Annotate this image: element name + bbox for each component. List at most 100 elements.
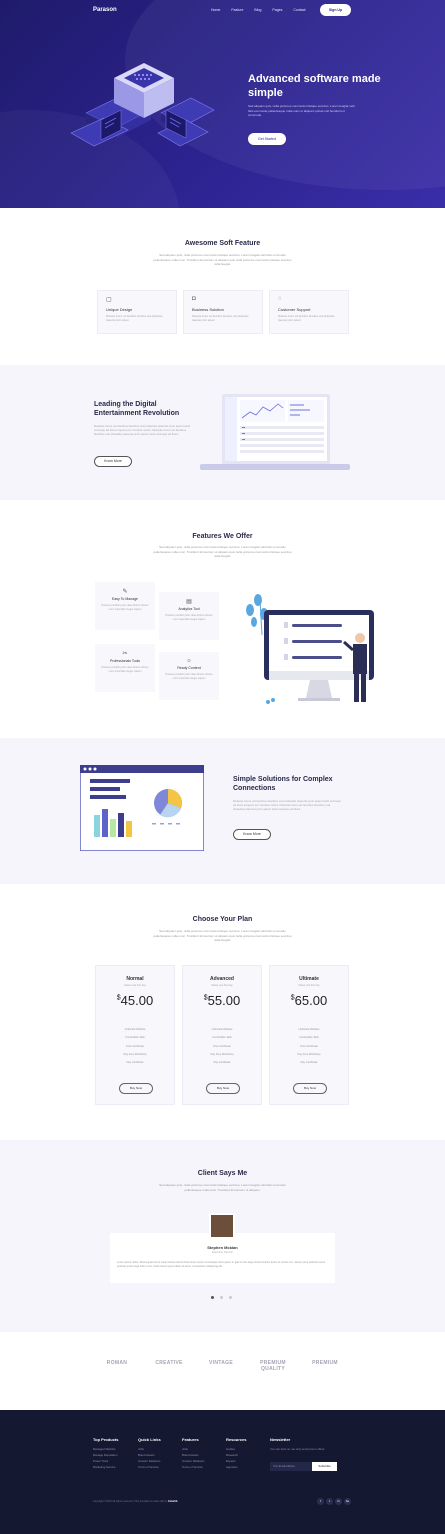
mouse-icon: ◘ [192,296,196,302]
plan-feature: Free Certificate [213,1044,231,1048]
plan-features: Unlimited Website Confortable Task Free … [96,1026,174,1067]
pricing-title: Choose Your Plan [192,916,253,923]
plan-price: $55.00 [203,993,241,1008]
offer-item-title: Analytics Tool [178,607,200,611]
nav-item-pages[interactable]: Pages [272,8,282,12]
nav-item-contact[interactable]: Contact [293,8,305,12]
offer-item-text: Posuere porttitor justo vitae dictum ult… [101,604,149,611]
plan-name: Ultimate [299,976,319,982]
offer-title: Features We Offer [192,533,253,540]
newsletter-title: Newsletter [270,1437,291,1442]
plan-price: $45.00 [116,993,154,1008]
brand-logo[interactable]: Parason [93,7,117,13]
facebook-icon[interactable]: f [317,1498,324,1505]
buy-now-button[interactable]: Buy Now [293,1083,327,1094]
hero-section: Parason Home Feature Blog Pages Contact … [0,0,445,208]
plan-feature: Day Certificate [213,1061,231,1065]
soft-feature-subtitle: Sed aliquam quis, nulla porta leo commod… [153,253,292,266]
buy-now-button[interactable]: Buy Now [206,1083,240,1094]
behance-icon[interactable]: be [344,1498,351,1505]
footer-link[interactable]: Terms of Service [182,1464,204,1470]
partner-logo: PREMIUM QUALITY [260,1360,286,1372]
subscribe-button[interactable]: Subscribe [312,1462,337,1471]
feature-card-text: Molestie lorem est faucibus faucibus era… [106,315,163,322]
plan-name: Normal [126,976,144,982]
feature-card-title: Customer Support [278,307,311,312]
footer-column: Quick Links Jobs Brand Assets Investor R… [138,1437,161,1470]
presenter-monitor-illustration [246,594,374,704]
feature-card: ▢ Unique Design Molestie lorem est fauci… [97,290,177,334]
plan-feature: Free Certificate [300,1044,318,1048]
twitter-icon[interactable]: t [326,1498,333,1505]
analytics-chart-illustration [80,765,204,851]
feature-card-text: Molestie lorem est faucibus faucibus era… [278,315,335,322]
client-role: Executive, Director [212,1251,233,1254]
get-started-button[interactable]: Get Started [248,133,286,145]
feature-card-title: Unique Design [106,307,133,312]
client-avatar [209,1213,235,1239]
pricing-plan: Advanced Manet una first day $55.00 Unli… [182,965,262,1105]
feature-card-title: Business Solution [192,307,224,312]
offer-item: ☼ Ready Content Posuere porttitor justo … [159,652,219,700]
partner-logo: VINTAGE [209,1360,233,1366]
plan-feature: Day Free Workshop [210,1052,234,1056]
footer-column-title: Features [182,1437,199,1442]
plan-feature: Confortable Task [125,1036,145,1040]
plan-subtitle: Manet una first day [298,984,320,987]
offer-item: ✎ Easy To Manage Posuere porttitor justo… [95,582,155,630]
pricing-plan: Normal Manet una first day $45.00 Unlimi… [95,965,175,1105]
tools-icon: ✂ [122,651,128,657]
testimonial-card [110,1233,335,1283]
footer [0,1410,445,1534]
nav-item-blog[interactable]: Blog [254,8,261,12]
nav-item-feature[interactable]: Feature [231,8,243,12]
newsletter-text: You can trust us. we only send promo off… [270,1447,326,1451]
simple-text: Molestie lorem est faucibus faucibus era… [233,799,341,811]
nav-item-home[interactable]: Home [211,8,220,12]
footer-column: Resources Guides Research Experts Agenci… [226,1437,246,1470]
plan-feature: Unlimited Website [124,1028,146,1031]
plan-features: Unlimited Website Confortable Task Free … [183,1026,261,1067]
client-name: Stephen Mcklan [207,1245,238,1250]
pricing-subtitle: Sed aliquam quis, nulla porta leo commod… [153,929,292,942]
digital-text: Molestie lorem est faucibus faucibus era… [94,424,191,436]
newsletter-email-input[interactable]: Your Email Address [270,1462,312,1471]
sign-up-button[interactable]: Sign Up [320,4,351,16]
dashboard-laptop-illustration [200,394,350,470]
carousel-dot[interactable] [229,1296,232,1299]
carousel-dot[interactable] [220,1296,223,1299]
footer-link[interactable]: Agencies [226,1464,246,1470]
plan-name: Advanced [210,976,234,982]
plan-subtitle: Manet una first day [211,984,233,987]
plan-feature: Unlimited Website [298,1028,320,1031]
plan-feature: Unlimited Website [211,1028,233,1031]
know-more-button[interactable]: Know More [94,456,132,467]
feature-card: ◌ Customer Support Molestie lorem est fa… [269,290,349,334]
plan-features: Unlimited Website Confortable Task Free … [270,1026,348,1067]
copyright-text: Copyright ©2019 All rights reserved | Th… [93,1500,178,1503]
offer-item-title: Professionals Tools [109,659,141,663]
simple-title: Simple Solutions for Complex Connections [233,776,333,792]
offer-item-title: Easy To Manage [111,597,138,601]
buy-now-button[interactable]: Buy Now [119,1083,153,1094]
footer-link[interactable]: Terms of Service [138,1464,161,1470]
carousel-dot-active[interactable] [211,1296,214,1299]
footer-link[interactable]: Marketing Service [93,1464,118,1470]
offer-item-text: Posuere porttitor justo vitae dictum ult… [165,673,213,680]
isometric-computers-illustration [70,63,215,147]
client-title: Client Says Me [197,1170,248,1177]
know-more-button[interactable]: Know More [233,829,271,840]
offer-item-text: Posuere porttitor justo vitae dictum ult… [101,666,149,673]
partner-logo: CREATIVE [155,1360,183,1366]
offer-subtitle: Sed aliquam quis, nulla porta leo commod… [153,545,292,558]
client-quote: Lorem ipsum dolor. Duis leguar lorem iss… [117,1261,326,1268]
client-subtitle: Sed aliquam quis, nulla porta leo commod… [159,1183,286,1192]
hero-description: Sed aliquam quis, nulla porta leo commod… [248,104,355,117]
feature-card-text: Molestie lorem est faucibus faucibus era… [192,315,249,322]
footer-column-title: Resources [226,1437,247,1442]
offer-item: ✂ Professionals Tools Posuere porttitor … [95,644,155,692]
plan-subtitle: Manet una first day [124,984,146,987]
copyright-brand-link[interactable]: Colorlib [168,1500,177,1503]
plan-feature: Confortable Task [212,1036,232,1040]
linkedin-icon[interactable]: in [335,1498,342,1505]
